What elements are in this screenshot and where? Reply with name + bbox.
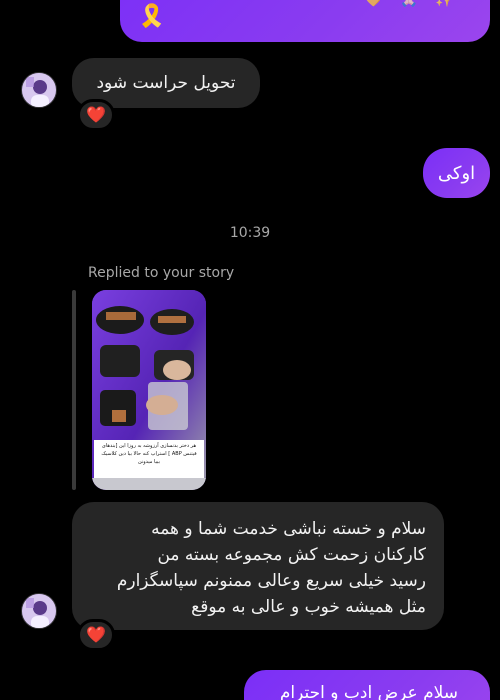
incoming-message-thanks-line-4: مثل همیشه خوب و عالی به موقع xyxy=(191,597,426,617)
heart-icon: ❤️ xyxy=(86,625,106,644)
incoming-message-thanks-line-1: سلام و خسته نباشی خدمت شما و همه xyxy=(151,519,426,539)
outgoing-message-okay-text: اوکی xyxy=(437,162,476,184)
incoming-message-delivery-text: تحویل حراست شود xyxy=(96,73,236,93)
incoming-message-thanks-line-2: کارکنان زحمت کش مجموعه بسته من xyxy=(157,545,426,565)
outgoing-message-bottom-text: سلام عرض ادب و احترام xyxy=(279,683,458,700)
avatar-photo-icon xyxy=(22,73,56,107)
incoming-message-thanks[interactable]: سلام و خسته نباشی خدمت شما و همه کارکنان… xyxy=(72,502,444,630)
outgoing-message-bottom[interactable]: سلام عرض ادب و احترام xyxy=(244,670,490,700)
avatar-photo-icon xyxy=(22,594,56,628)
story-thumbnail[interactable]: هر دختر بدنسازی آرزوشه به روزا این [بنده… xyxy=(92,290,206,490)
story-caption: هر دختر بدنسازی آرزوشه به روزا این [بنده… xyxy=(101,443,197,465)
reply-indicator-bar xyxy=(72,290,76,490)
heart-reaction-2[interactable]: ❤️ xyxy=(77,619,115,651)
avatar[interactable] xyxy=(21,72,57,108)
avatar[interactable] xyxy=(21,593,57,629)
outgoing-message-top-text: ✨ 🙏🏻 💛 xyxy=(364,0,460,8)
ribbon-emoji: 🎗️ xyxy=(138,4,166,29)
heart-icon: ❤️ xyxy=(86,105,106,124)
outgoing-message-top[interactable]: ✨ 🙏🏻 💛 🎗️ xyxy=(120,0,490,42)
outgoing-message-okay[interactable]: اوکی xyxy=(423,148,490,198)
heart-reaction-1[interactable]: ❤️ xyxy=(77,99,115,131)
timestamp: 10:39 xyxy=(229,225,271,241)
reply-label: Replied to your story xyxy=(88,265,235,281)
incoming-message-thanks-line-3: رسید خیلی سریع وعالی ممنونم سپاسگزارم xyxy=(116,571,426,591)
